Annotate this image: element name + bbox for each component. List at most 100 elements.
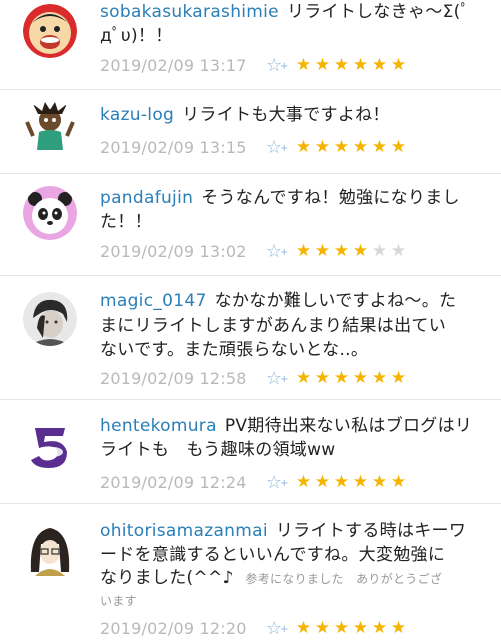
star-icon: ★ bbox=[295, 618, 312, 638]
star-icon: ★ bbox=[352, 472, 369, 492]
avatar[interactable] bbox=[23, 4, 77, 58]
star-icon: ★ bbox=[352, 618, 369, 638]
timestamp: 2019/02/09 13:17 bbox=[100, 55, 247, 75]
comment-line: sobakasukarashimie リライトしなきゃ～Σ(ﾟ bbox=[100, 0, 493, 25]
add-star-icon[interactable]: ☆ + bbox=[266, 137, 292, 158]
star-icon: ★ bbox=[314, 368, 331, 388]
star-icon: ★ bbox=[390, 55, 407, 75]
comment-username[interactable]: magic_0147 bbox=[100, 291, 207, 311]
comment-text: なかなか難しいですよね～。た bbox=[214, 291, 457, 311]
star-icon: ★ bbox=[352, 368, 369, 388]
star-rating: ★ ★ ★ ★ ★ ★ bbox=[294, 368, 408, 388]
star-icon: ★ bbox=[390, 368, 407, 388]
star-icon: ★ bbox=[333, 241, 350, 261]
comment-text: リライトしなきゃ～Σ(ﾟ bbox=[286, 2, 470, 22]
comment-item: ohitorisamazanmai リライトする時はキーワ ードを意識するといいん… bbox=[0, 504, 501, 640]
comment-text: ないです。また頑張らないとな..。 bbox=[100, 340, 369, 360]
comment-item: pandafujin そうなんですね！勉強になりまし た！！ 2019/02/09… bbox=[0, 174, 501, 276]
comment-username[interactable]: kazu-log bbox=[100, 105, 174, 125]
star-rating: ★ ★ ★ ★ ★ ★ bbox=[294, 55, 408, 75]
star-icon: ★ bbox=[295, 472, 312, 492]
comment-line: た！！ bbox=[100, 210, 493, 235]
add-star-icon[interactable]: ☆ + bbox=[266, 241, 292, 262]
star-icon: ★ bbox=[295, 368, 312, 388]
star-icon: ★ bbox=[295, 241, 312, 261]
comment-line: まにリライトしますがあんまり結果は出てい bbox=[100, 314, 493, 339]
star-icon: ★ bbox=[352, 137, 369, 157]
comment-username[interactable]: hentekomura bbox=[100, 416, 217, 436]
star-icon: ★ bbox=[371, 618, 388, 638]
comment-item: magic_0147 なかなか難しいですよね～。た まにリライトしますがあんまり結… bbox=[0, 276, 501, 400]
star-rating: ★ ★ ★ ★ ★ ★ bbox=[294, 137, 408, 157]
star-icon: ★ bbox=[333, 55, 350, 75]
comment-line: ないです。また頑張らないとな..。 bbox=[100, 338, 493, 363]
star-icon: ★ bbox=[314, 55, 331, 75]
star-icon: ★ bbox=[333, 472, 350, 492]
star-icon: ★ bbox=[333, 368, 350, 388]
avatar[interactable] bbox=[23, 292, 77, 346]
comment-text: なりました(^^♪ bbox=[100, 568, 234, 588]
reaction-note: 参考になりました ありがとうござ bbox=[245, 572, 443, 586]
comment-meta: 2019/02/09 13:02 ☆ + ★ ★ ★ ★ ★ ★ bbox=[100, 239, 408, 263]
star-icon: ★ bbox=[333, 618, 350, 638]
add-star-icon[interactable]: ☆ + bbox=[266, 472, 292, 493]
comment-line: pandafujin そうなんですね！勉強になりまし bbox=[100, 186, 493, 211]
star-icon: ★ bbox=[371, 368, 388, 388]
comment-meta: 2019/02/09 13:15 ☆ + ★ ★ ★ ★ ★ ★ bbox=[100, 135, 408, 159]
comment-text: まにリライトしますがあんまり結果は出てい bbox=[100, 316, 446, 336]
timestamp: 2019/02/09 12:20 bbox=[100, 618, 247, 638]
comment-line: дﾟυ)！！ bbox=[100, 24, 493, 49]
star-icon: ★ bbox=[314, 241, 331, 261]
add-star-icon[interactable]: ☆ + bbox=[266, 368, 292, 389]
comment-line: hentekomura PV期待出来ない私はブログはリ bbox=[100, 414, 493, 439]
timestamp: 2019/02/09 13:15 bbox=[100, 137, 247, 157]
comment-meta: 2019/02/09 12:58 ☆ + ★ ★ ★ ★ ★ ★ bbox=[100, 366, 408, 390]
comment-line: kazu-log リライトも大事ですよね！ bbox=[100, 103, 493, 128]
comment-line: magic_0147 なかなか難しいですよね～。た bbox=[100, 289, 493, 314]
star-rating: ★ ★ ★ ★ ★ ★ bbox=[294, 618, 408, 638]
timestamp: 2019/02/09 12:58 bbox=[100, 368, 247, 388]
comment-username[interactable]: sobakasukarashimie bbox=[100, 2, 279, 22]
star-icon: ★ bbox=[314, 618, 331, 638]
avatar[interactable] bbox=[23, 100, 77, 154]
comment-line: ードを意識するといいんですね。大変勉強に bbox=[100, 543, 493, 568]
comment-text: ライトも もう趣味の領域ww bbox=[100, 440, 336, 460]
comment-text: た！！ bbox=[100, 212, 152, 232]
comment-meta: 2019/02/09 13:17 ☆ + ★ ★ ★ ★ ★ ★ bbox=[100, 53, 408, 77]
comment-text: リライトも大事ですよね！ bbox=[182, 105, 390, 125]
comment-line: ライトも もう趣味の領域ww bbox=[100, 438, 493, 463]
avatar[interactable] bbox=[23, 186, 77, 240]
comment-item: kazu-log リライトも大事ですよね！ 2019/02/09 13:15 ☆ +… bbox=[0, 90, 501, 174]
star-icon: ★ bbox=[390, 618, 407, 638]
comment-text: PV期待出来ない私はブログはリ bbox=[224, 416, 473, 436]
comment-text: リライトする時はキーワ bbox=[275, 521, 467, 541]
star-icon: ★ bbox=[390, 137, 407, 157]
comment-item: hentekomura PV期待出来ない私はブログはリ ライトも もう趣味の領域w… bbox=[0, 400, 501, 504]
star-icon: ★ bbox=[371, 241, 388, 261]
star-icon: ★ bbox=[390, 472, 407, 492]
reaction-note: います bbox=[100, 594, 137, 608]
star-rating: ★ ★ ★ ★ ★ ★ bbox=[294, 241, 408, 261]
star-rating: ★ ★ ★ ★ ★ ★ bbox=[294, 472, 408, 492]
timestamp: 2019/02/09 12:24 bbox=[100, 472, 247, 492]
star-icon: ★ bbox=[352, 241, 369, 261]
add-star-icon[interactable]: ☆ + bbox=[266, 55, 292, 76]
comment-line: ohitorisamazanmai リライトする時はキーワ bbox=[100, 519, 493, 544]
avatar[interactable] bbox=[23, 522, 77, 576]
star-icon: ★ bbox=[333, 137, 350, 157]
star-icon: ★ bbox=[352, 55, 369, 75]
star-icon: ★ bbox=[371, 137, 388, 157]
comment-username[interactable]: pandafujin bbox=[100, 188, 193, 208]
star-icon: ★ bbox=[371, 55, 388, 75]
comment-line: います bbox=[100, 588, 493, 614]
add-star-icon[interactable]: ☆ + bbox=[266, 618, 292, 639]
star-icon: ★ bbox=[295, 137, 312, 157]
star-icon: ★ bbox=[371, 472, 388, 492]
comment-meta: 2019/02/09 12:24 ☆ + ★ ★ ★ ★ ★ ★ bbox=[100, 470, 408, 494]
comment-username[interactable]: ohitorisamazanmai bbox=[100, 521, 268, 541]
comment-item: sobakasukarashimie リライトしなきゃ～Σ(ﾟ дﾟυ)！！ 20… bbox=[0, 0, 501, 90]
timestamp: 2019/02/09 13:02 bbox=[100, 241, 247, 261]
comment-text: дﾟυ)！！ bbox=[100, 26, 173, 46]
star-icon: ★ bbox=[390, 241, 407, 261]
avatar[interactable] bbox=[23, 420, 77, 474]
